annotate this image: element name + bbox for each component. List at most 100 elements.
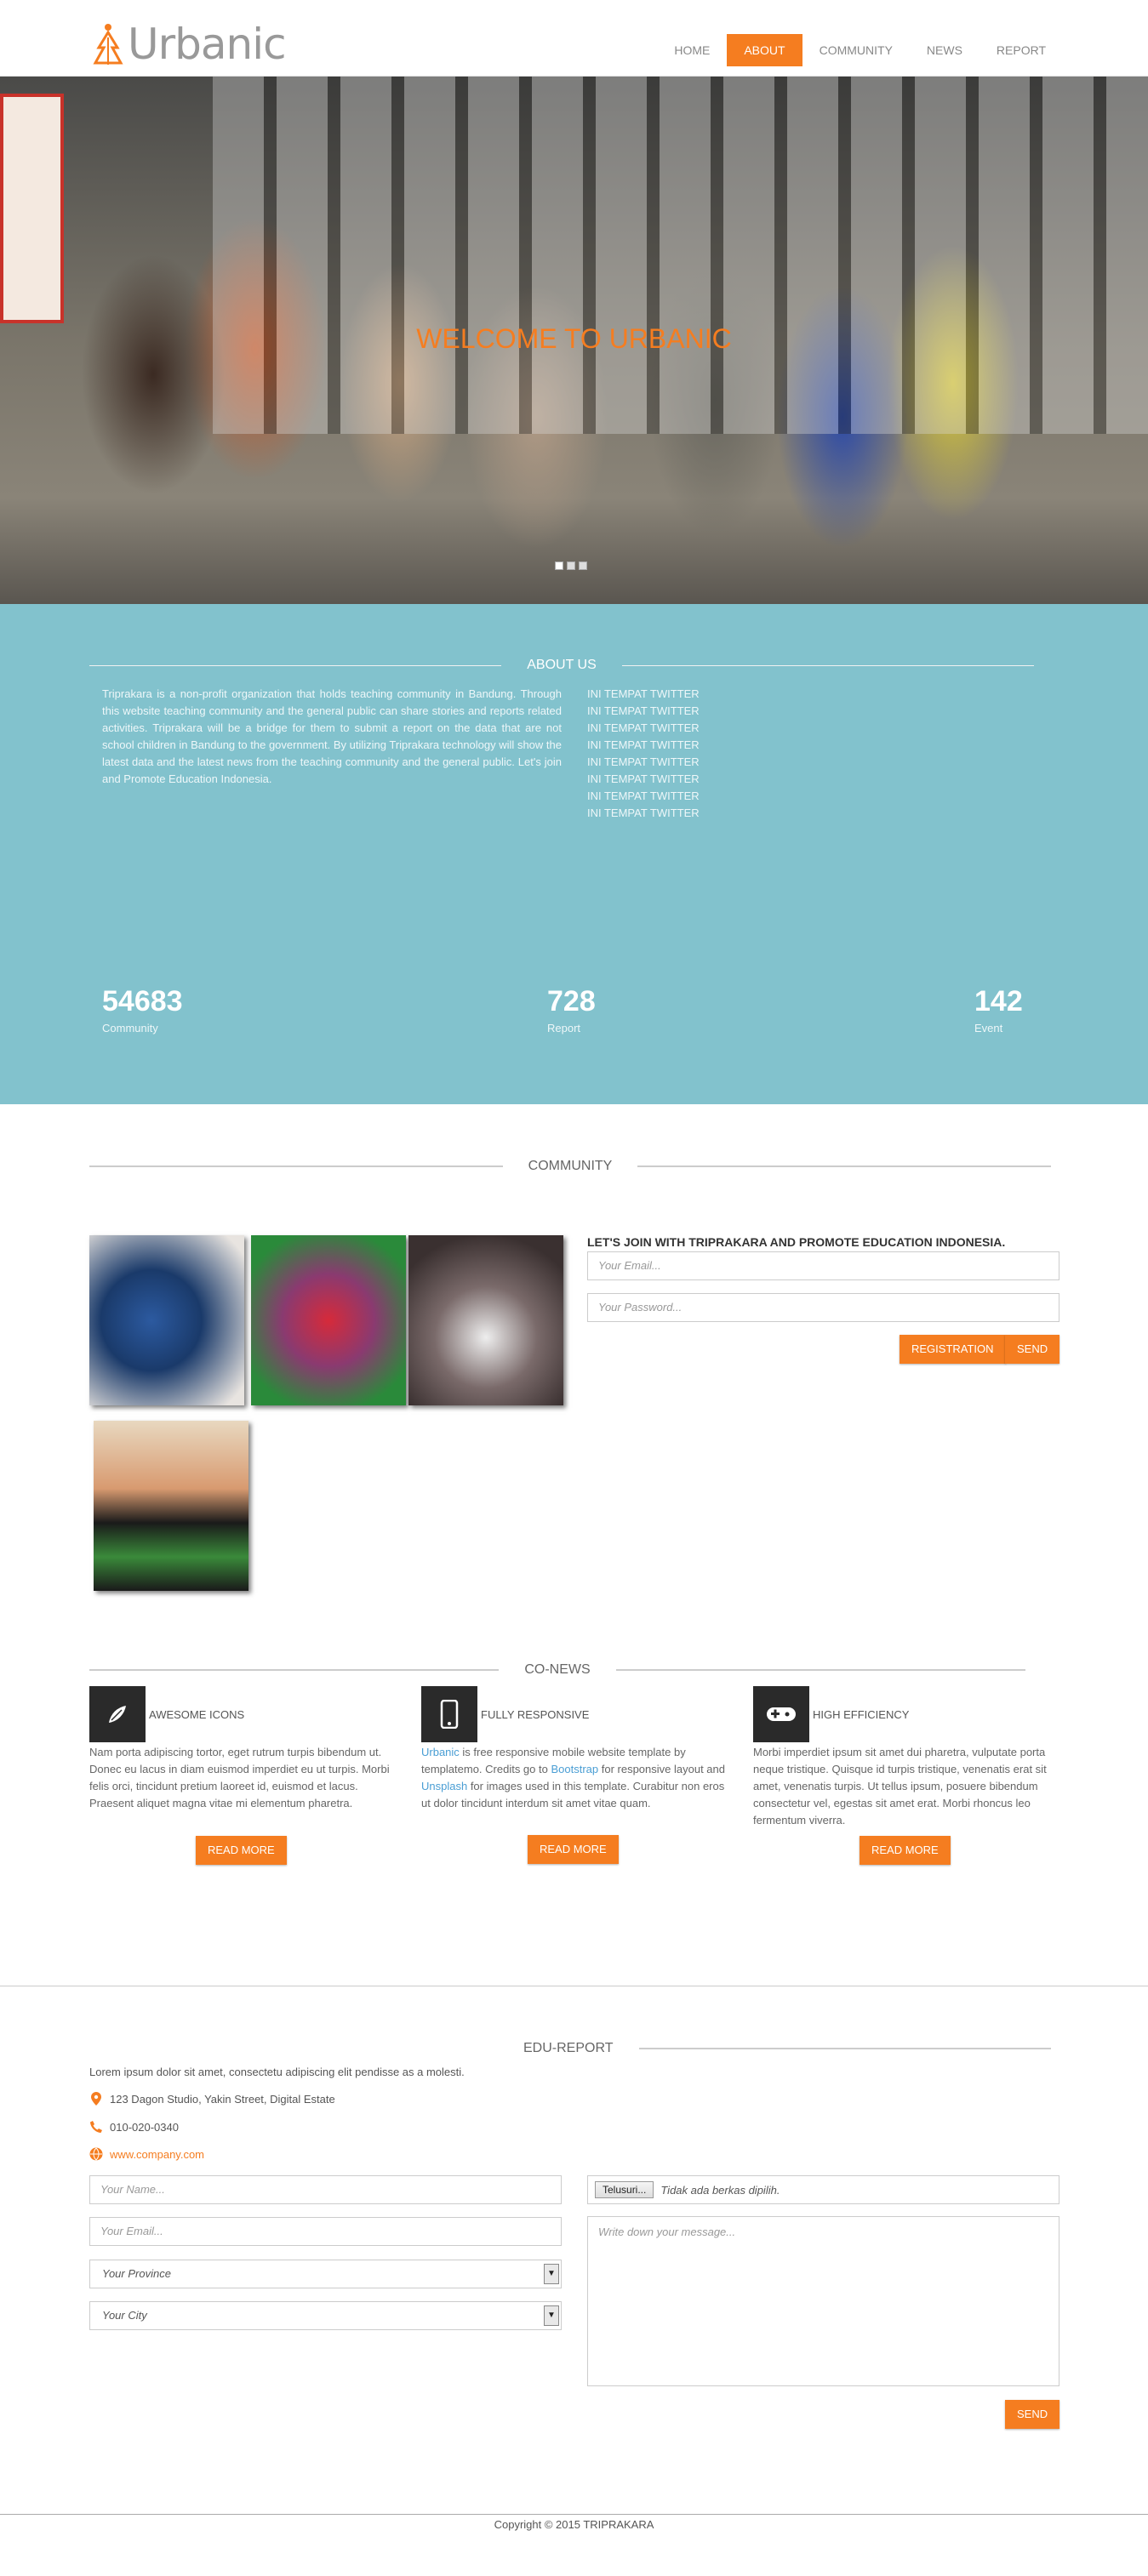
title-line-left xyxy=(89,1669,500,1671)
about-description: Triprakara is a non-profit organization … xyxy=(102,687,562,785)
stat-number: 142 xyxy=(974,985,1023,1017)
twitter-item: INI TEMPAT TWITTER xyxy=(587,738,700,751)
report-name-input[interactable]: Your Name... xyxy=(89,2175,562,2204)
community-title-bar: COMMUNITY xyxy=(89,1158,1051,1175)
city-selected: Your City xyxy=(102,2309,147,2322)
join-heading: LET'S JOIN WITH TRIPRAKARA AND PROMOTE E… xyxy=(587,1235,1006,1249)
community-email-input[interactable]: Your Email... xyxy=(587,1251,1059,1280)
news-body-responsive: Urbanic is free responsive mobile websit… xyxy=(421,1744,729,1812)
file-browse-button[interactable]: Telusuri... xyxy=(595,2181,654,2198)
community-password-input[interactable]: Your Password... xyxy=(587,1293,1059,1322)
hero-photo-wall xyxy=(213,77,1148,434)
globe-icon xyxy=(89,2147,103,2161)
community-photo-1[interactable] xyxy=(89,1235,244,1405)
title-line-right xyxy=(637,1165,1051,1167)
news-title-icons: AWESOME ICONS xyxy=(149,1708,245,1721)
community-photo-2[interactable] xyxy=(251,1235,406,1405)
news-text: for images used in this template. Curabi… xyxy=(421,1780,725,1809)
phone-icon xyxy=(89,2120,103,2134)
community-send-button[interactable]: SEND xyxy=(1005,1335,1060,1364)
hero-banner-sign xyxy=(0,94,64,323)
mobile-icon xyxy=(421,1686,477,1742)
community-photo-4[interactable] xyxy=(94,1421,248,1591)
nav-news[interactable]: NEWS xyxy=(910,34,980,66)
about-title-bar: ABOUT US xyxy=(89,657,1034,674)
twitter-item: INI TEMPAT TWITTER xyxy=(587,704,700,717)
stat-community: 54683 Community xyxy=(102,984,183,1034)
leaf-icon xyxy=(89,1686,146,1742)
report-email-input[interactable]: Your Email... xyxy=(89,2217,562,2246)
contact-address: 123 Dagon Studio, Yakin Street, Digital … xyxy=(89,2092,335,2106)
edu-title-bar: EDU-REPORT xyxy=(511,2040,1051,2057)
contact-website: www.company.com xyxy=(89,2147,204,2161)
stat-event: 142 Event xyxy=(974,984,1023,1034)
file-status: Tidak ada berkas dipilih. xyxy=(660,2183,780,2197)
logo-text: Urbanic xyxy=(128,20,287,69)
twitter-item: INI TEMPAT TWITTER xyxy=(587,789,700,802)
hero-slider[interactable]: WELCOME TO URBANIC xyxy=(0,77,1148,604)
title-line-left xyxy=(89,1165,503,1167)
unsplash-link[interactable]: Unsplash xyxy=(421,1780,467,1792)
contact-phone: 010-020-0340 xyxy=(89,2120,179,2134)
community-title: COMMUNITY xyxy=(528,1159,613,1173)
edu-title: EDU-REPORT xyxy=(523,2041,614,2055)
title-line-right xyxy=(638,2048,1051,2049)
navbar: Urbanic HOME ABOUT COMMUNITY NEWS REPORT xyxy=(0,0,1148,77)
registration-button[interactable]: REGISTRATION xyxy=(900,1335,1006,1364)
chevron-down-icon[interactable]: ▼ xyxy=(544,2264,559,2284)
conews-title-bar: CO-NEWS xyxy=(89,1661,1026,1678)
stat-number: 728 xyxy=(547,985,596,1017)
stat-label: Report xyxy=(547,1022,581,1034)
slider-dot-1[interactable] xyxy=(555,561,563,570)
read-more-button-3[interactable]: READ MORE xyxy=(860,1836,951,1865)
stat-report: 728 Report xyxy=(547,984,596,1034)
nav-home[interactable]: HOME xyxy=(657,34,727,66)
edu-intro: Lorem ipsum dolor sit amet, consectetu a… xyxy=(89,2066,465,2078)
news-title-efficiency: HIGH EFFICIENCY xyxy=(813,1708,910,1721)
logo[interactable]: Urbanic xyxy=(92,20,287,69)
slider-dot-2[interactable] xyxy=(567,561,575,570)
about-section: ABOUT US Triprakara is a non-profit orga… xyxy=(0,604,1148,1104)
tree-logo-icon xyxy=(93,24,123,65)
map-pin-icon xyxy=(89,2092,103,2106)
title-line-left xyxy=(89,664,502,666)
bootstrap-link[interactable]: Bootstrap xyxy=(551,1763,598,1775)
slider-dot-3[interactable] xyxy=(579,561,587,570)
stat-label: Community xyxy=(102,1022,158,1034)
twitter-item: INI TEMPAT TWITTER xyxy=(587,755,700,768)
read-more-button-1[interactable]: READ MORE xyxy=(196,1836,287,1865)
province-select[interactable]: Your Province ▼ xyxy=(89,2260,562,2288)
gamepad-icon xyxy=(753,1686,809,1742)
twitter-item: INI TEMPAT TWITTER xyxy=(587,772,700,785)
stat-number: 54683 xyxy=(102,985,183,1017)
title-line-right xyxy=(621,664,1034,666)
hero-title: WELCOME TO URBANIC xyxy=(416,323,732,354)
footer-divider xyxy=(0,2514,1148,2515)
report-send-button[interactable]: SEND xyxy=(1005,2400,1060,2429)
chevron-down-icon[interactable]: ▼ xyxy=(544,2305,559,2326)
conews-title: CO-NEWS xyxy=(524,1662,591,1677)
twitter-item: INI TEMPAT TWITTER xyxy=(587,687,700,700)
copyright: Copyright © 2015 TRIPRAKARA xyxy=(494,2518,654,2531)
nav-community[interactable]: COMMUNITY xyxy=(802,34,910,66)
website-link[interactable]: www.company.com xyxy=(110,2148,204,2161)
message-textarea[interactable]: Write down your message... xyxy=(587,2216,1059,2386)
twitter-item: INI TEMPAT TWITTER xyxy=(587,806,700,819)
urbanic-link[interactable]: Urbanic xyxy=(421,1746,460,1758)
nav-report[interactable]: REPORT xyxy=(980,34,1063,66)
file-upload[interactable]: Telusuri... Tidak ada berkas dipilih. xyxy=(587,2175,1059,2204)
news-body-icons: Nam porta adipiscing tortor, eget rutrum… xyxy=(89,1746,390,1809)
twitter-item: INI TEMPAT TWITTER xyxy=(587,721,700,734)
read-more-button-2[interactable]: READ MORE xyxy=(528,1835,619,1864)
news-body-efficiency: Morbi imperdiet ipsum sit amet dui phare… xyxy=(753,1746,1047,1827)
community-photo-3[interactable] xyxy=(408,1235,563,1405)
main-nav: HOME ABOUT COMMUNITY NEWS REPORT xyxy=(657,34,1063,66)
nav-about[interactable]: ABOUT xyxy=(727,34,802,66)
twitter-feed: INI TEMPAT TWITTER INI TEMPAT TWITTER IN… xyxy=(587,686,757,822)
news-title-responsive: FULLY RESPONSIVE xyxy=(481,1708,590,1721)
phone-text: 010-020-0340 xyxy=(110,2120,179,2134)
slider-dots xyxy=(555,561,587,570)
address-text: 123 Dagon Studio, Yakin Street, Digital … xyxy=(110,2092,335,2106)
stat-label: Event xyxy=(974,1022,1003,1034)
city-select[interactable]: Your City ▼ xyxy=(89,2301,562,2330)
